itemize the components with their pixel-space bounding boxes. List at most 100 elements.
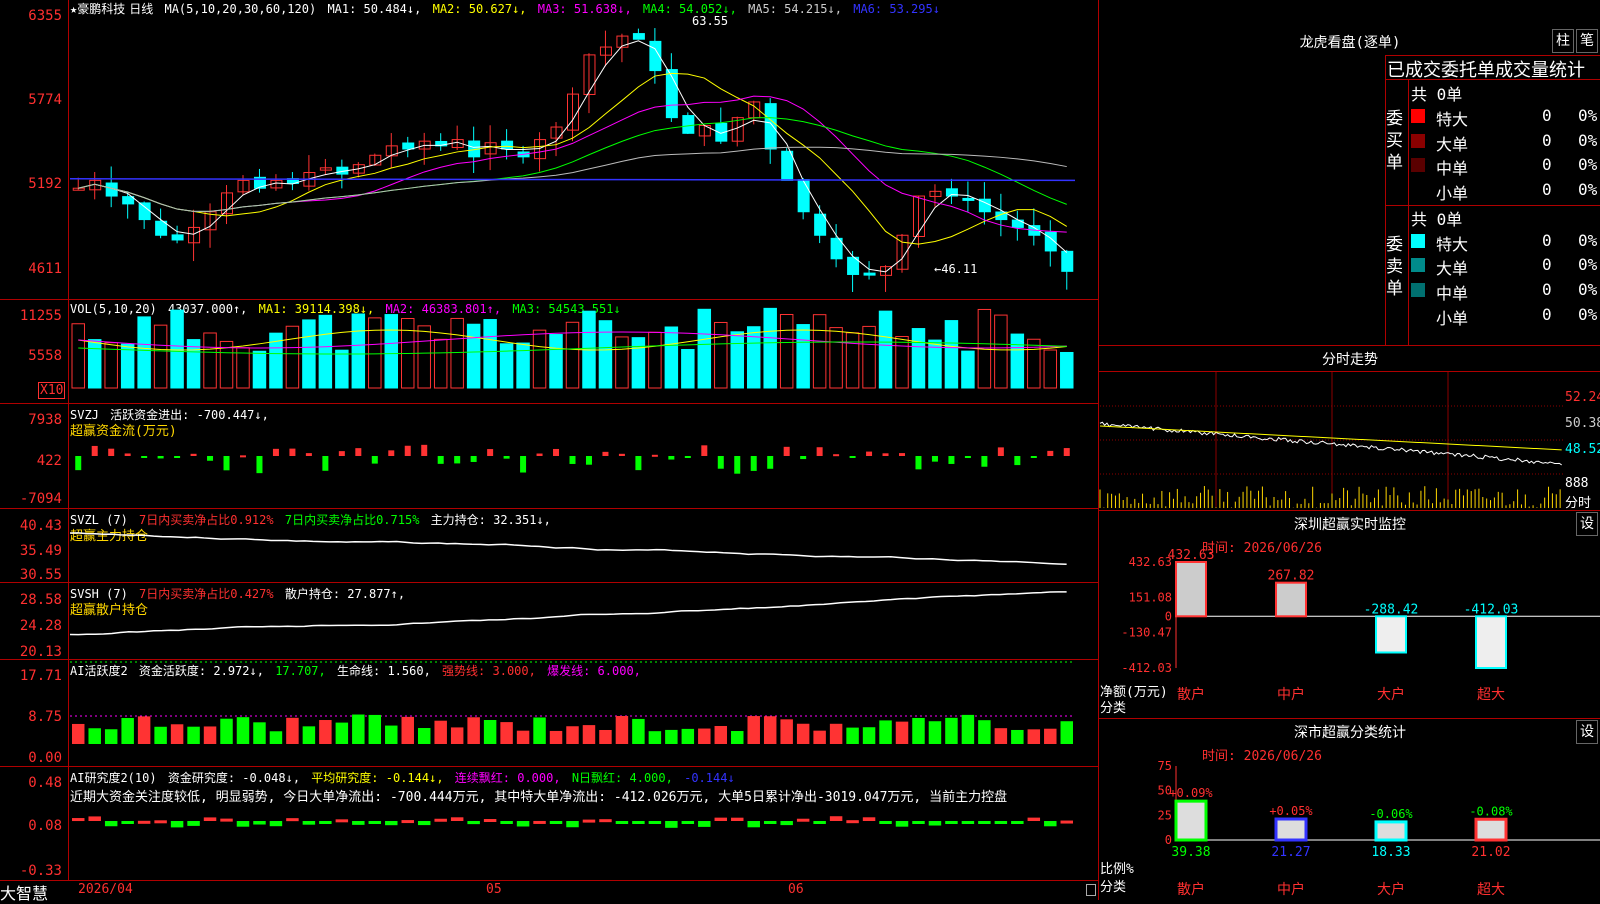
sell-total: 共 0单 bbox=[1411, 210, 1463, 229]
intraday-vol-label: 888 bbox=[1565, 476, 1589, 491]
volume-bar bbox=[812, 314, 827, 389]
brand-logo[interactable]: 大智慧 bbox=[0, 880, 66, 903]
research-bar bbox=[220, 818, 233, 822]
class-bar-chart[interactable]: 7550250+0.09%39.38散户+0.05%21.27中户-0.06%1… bbox=[1100, 758, 1600, 900]
volume-bar bbox=[318, 314, 333, 389]
monitor-category: 大户 bbox=[1377, 686, 1405, 703]
activity-bar bbox=[450, 727, 464, 744]
research-bar bbox=[516, 821, 530, 827]
monitor-settings-button[interactable]: 设 bbox=[1576, 512, 1598, 536]
volume-bar bbox=[994, 314, 1008, 389]
ai2-chart[interactable] bbox=[70, 767, 1098, 880]
class-change-label: -0.06% bbox=[1369, 807, 1413, 821]
flow-bar bbox=[816, 447, 823, 456]
volume-bar bbox=[252, 350, 267, 389]
flow-bar bbox=[487, 449, 494, 456]
research-bar bbox=[286, 818, 299, 822]
research-bar bbox=[549, 821, 563, 824]
flow-bar bbox=[520, 456, 527, 473]
row-pct: 0% bbox=[1578, 106, 1598, 125]
research-bar bbox=[731, 817, 744, 821]
research-bar bbox=[137, 820, 151, 824]
research-bar bbox=[698, 821, 711, 827]
activity-bar bbox=[434, 720, 447, 744]
date-label: 2026/04 bbox=[78, 882, 133, 897]
class-change-label: +0.05% bbox=[1269, 804, 1313, 818]
svzj-chart[interactable] bbox=[70, 404, 1098, 508]
activity-bar bbox=[236, 717, 250, 744]
row-name: 中单 bbox=[1436, 284, 1469, 303]
research-bar bbox=[203, 817, 217, 821]
candle-body bbox=[138, 202, 151, 221]
color-swatch bbox=[1411, 258, 1425, 272]
color-swatch bbox=[1411, 134, 1425, 148]
flow-bar bbox=[553, 448, 560, 456]
volume-bar bbox=[845, 332, 860, 389]
volume-bar bbox=[681, 349, 695, 389]
class-ytick: 75 bbox=[1158, 759, 1172, 773]
research-bar bbox=[352, 821, 365, 825]
volume-bar bbox=[1027, 338, 1041, 389]
flow-bar bbox=[849, 456, 856, 458]
volume-bar bbox=[1010, 333, 1025, 389]
svzl-ytick: 30.55 bbox=[19, 567, 62, 583]
intraday-chart[interactable] bbox=[1099, 372, 1564, 508]
volume-bar bbox=[730, 331, 744, 389]
class-category: 超大 bbox=[1477, 882, 1505, 898]
activity-bar bbox=[1060, 721, 1073, 744]
flow-bar bbox=[997, 447, 1004, 456]
price-line bbox=[1099, 421, 1562, 466]
flow-bar bbox=[256, 456, 263, 474]
activity-bar bbox=[121, 718, 134, 744]
volume-chart[interactable] bbox=[70, 300, 1098, 403]
svzl-chart[interactable] bbox=[69, 509, 1098, 582]
research-bar bbox=[236, 821, 250, 827]
volume-bar bbox=[895, 335, 909, 389]
avg-line bbox=[1099, 425, 1562, 451]
ai2-ytick: 0.08 bbox=[28, 818, 62, 834]
svsh-chart[interactable] bbox=[69, 583, 1098, 659]
activity-bar bbox=[615, 715, 629, 744]
research-bar bbox=[665, 821, 678, 828]
activity-bar bbox=[72, 723, 85, 744]
ai2-ytick: -0.33 bbox=[19, 863, 62, 879]
row-name: 特大 bbox=[1436, 235, 1469, 254]
volume-bar bbox=[335, 349, 349, 389]
ai1-chart[interactable] bbox=[70, 660, 1098, 766]
monitor-ytick: -130.47 bbox=[1121, 626, 1172, 640]
svsh-ytick: 24.28 bbox=[19, 618, 62, 634]
flow-bar bbox=[1047, 450, 1054, 456]
tick-mode-button[interactable]: 笔 bbox=[1576, 29, 1598, 53]
flow-bar bbox=[141, 456, 148, 458]
row-name: 大单 bbox=[1436, 135, 1469, 154]
monitor-bar-chart[interactable]: 432.63 151.08 0 -130.47 -412.03 432.63 散户 267.8… bbox=[1100, 548, 1600, 718]
research-bar bbox=[796, 818, 810, 822]
activity-bar bbox=[780, 719, 793, 744]
kline-chart[interactable] bbox=[69, 0, 1098, 298]
volume-bar bbox=[911, 328, 926, 389]
research-bar bbox=[994, 821, 1008, 824]
volume-bar bbox=[499, 343, 514, 389]
activity-bar bbox=[978, 720, 991, 744]
flow-bar bbox=[800, 456, 807, 460]
activity-bar bbox=[319, 720, 332, 744]
class-title: 深市超赢分类统计 bbox=[1294, 725, 1406, 741]
candle-body bbox=[781, 150, 794, 181]
bar-mode-button[interactable]: 柱 bbox=[1552, 29, 1574, 53]
candle-body bbox=[122, 196, 135, 205]
lock-icon[interactable] bbox=[1086, 884, 1096, 896]
research-bar bbox=[483, 819, 497, 823]
candle-body bbox=[764, 103, 777, 150]
divider bbox=[1385, 79, 1600, 80]
research-bar bbox=[648, 821, 662, 824]
flow-bar bbox=[585, 456, 592, 465]
research-bar bbox=[319, 821, 332, 824]
research-bar bbox=[1011, 821, 1024, 824]
activity-bar bbox=[483, 720, 497, 744]
ai1-ytick: 8.75 bbox=[28, 709, 62, 725]
research-bar bbox=[450, 817, 464, 821]
row-num: 0 bbox=[1542, 106, 1552, 125]
volume-bar bbox=[120, 343, 135, 389]
class-settings-button[interactable]: 设 bbox=[1576, 720, 1598, 744]
monitor-title: 深圳超赢实时监控 bbox=[1294, 517, 1406, 533]
